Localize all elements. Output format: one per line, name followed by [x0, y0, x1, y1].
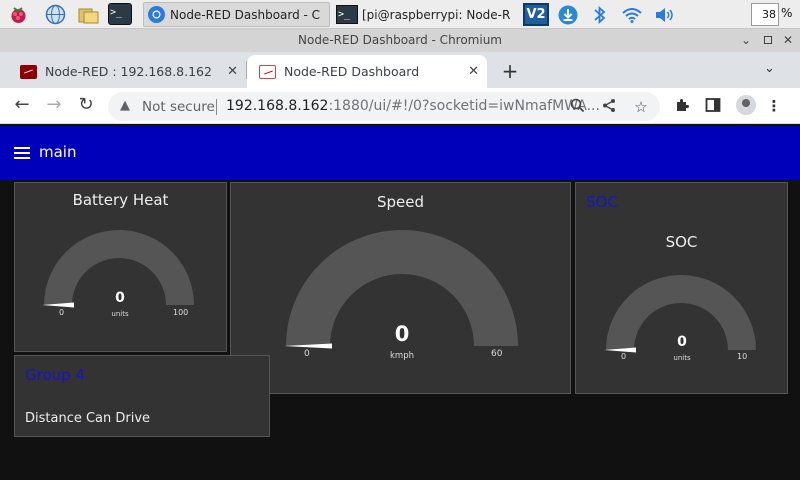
file-manager-icon[interactable]	[77, 3, 100, 26]
bluetooth-icon[interactable]	[590, 3, 610, 26]
cpu-usage-monitor[interactable]: 38	[751, 3, 779, 26]
security-status[interactable]: Not secure	[142, 99, 215, 115]
battery-heat-max: 100	[173, 308, 189, 317]
soc-min: 0	[621, 352, 627, 361]
bookmark-star-icon[interactable]: ☆	[632, 98, 650, 116]
task-chromium[interactable]: Node-RED Dashboard - C	[143, 2, 330, 27]
speed-gauge	[284, 230, 518, 349]
browser-toolbar: ← → ↻ ▲ Not secure 192.168.8.162:1880/ui…	[0, 88, 800, 124]
back-arrow-icon[interactable]: ←	[12, 96, 32, 114]
forward-arrow-icon[interactable]: →	[44, 96, 64, 114]
node-red-favicon-icon	[20, 64, 37, 79]
task-label: Node-RED Dashboard - C	[170, 7, 321, 22]
battery-heat-card: Battery Heat 0 units 0 100	[14, 182, 227, 352]
soc-unit: units	[673, 354, 691, 362]
menu-kebab-icon[interactable]: ⋮	[765, 97, 783, 115]
battery-heat-unit: units	[111, 310, 129, 318]
wifi-icon[interactable]	[620, 3, 644, 26]
distance-can-drive-text: Distance Can Drive	[25, 411, 151, 426]
tab-node-red-dashboard[interactable]: Node-RED Dashboard ✕	[247, 55, 487, 88]
web-browser-icon[interactable]	[44, 3, 67, 26]
cpu-usage-value: 38	[762, 8, 776, 21]
speed-unit: kmph	[390, 351, 414, 361]
url-host: 192.168.8.162	[226, 98, 329, 114]
speed-max: 60	[491, 349, 503, 359]
window-title: Node-RED Dashboard - Chromium	[298, 33, 502, 47]
omnibox-divider	[216, 99, 217, 115]
raspberry-menu-icon[interactable]	[7, 3, 30, 26]
tab-node-red-editor[interactable]: Node-RED : 192.168.8.162 ✕	[8, 55, 246, 88]
new-tab-icon[interactable]: +	[500, 59, 520, 83]
speed-card: Speed 0 kmph 0 60	[230, 182, 571, 394]
tab-strip: Node-RED : 192.168.8.162 ✕ Node-RED Dash…	[0, 52, 800, 88]
zoom-search-icon[interactable]	[568, 98, 586, 117]
node-red-favicon-icon	[259, 64, 276, 79]
hamburger-menu-icon[interactable]	[14, 147, 30, 159]
speed-value: 0	[394, 322, 410, 346]
extensions-icon[interactable]	[673, 97, 691, 117]
battery-heat-min: 0	[59, 308, 65, 317]
close-tab-icon[interactable]: ✕	[468, 64, 479, 79]
cpu-usage-unit: %	[781, 6, 793, 20]
tab-search-chevron-icon[interactable]: ⌄	[764, 61, 775, 76]
url-text[interactable]: 192.168.8.162:1880/ui/#!/0?socketid=iwNm…	[226, 98, 600, 114]
maximize-icon[interactable]	[761, 33, 775, 47]
terminal-launcher-icon[interactable]: >_	[108, 3, 132, 25]
os-taskbar: >_ Node-RED Dashboard - C >_ [pi@raspber…	[0, 0, 800, 29]
terminal-icon: >_	[336, 5, 358, 24]
volume-icon[interactable]	[652, 3, 676, 26]
vnc-icon[interactable]: V2	[523, 3, 549, 26]
window-titlebar[interactable]: Node-RED Dashboard - Chromium ⌄ ✕	[0, 29, 800, 52]
task-label: [pi@raspberrypi: Node-R	[362, 7, 511, 22]
warning-triangle-icon[interactable]: ▲	[120, 98, 130, 113]
group-4-label: Group 4	[25, 366, 85, 384]
task-terminal[interactable]: >_ [pi@raspberrypi: Node-R	[333, 2, 521, 27]
battery-heat-value: 0	[115, 290, 125, 306]
tab-label: Node-RED : 192.168.8.162	[45, 64, 212, 79]
group-4-card: Group 4 Distance Can Drive	[14, 355, 270, 437]
dashboard-title: main	[39, 143, 77, 161]
battery-heat-gauge	[42, 230, 194, 308]
close-window-icon[interactable]: ✕	[781, 33, 795, 47]
tab-label: Node-RED Dashboard	[284, 64, 420, 79]
side-panel-icon[interactable]	[704, 97, 722, 117]
dashboard-header: main	[0, 126, 800, 180]
profile-avatar-icon[interactable]	[736, 95, 756, 115]
address-bar[interactable]: ▲ Not secure 192.168.8.162:1880/ui/#!/0?…	[108, 92, 660, 121]
close-tab-icon[interactable]: ✕	[227, 64, 238, 79]
reload-icon[interactable]: ↻	[76, 96, 96, 114]
url-path: :1880/ui/#!/0?socketid=iwNmafMWA...	[328, 98, 600, 114]
soc-value: 0	[677, 334, 687, 350]
share-icon[interactable]	[600, 98, 618, 117]
speed-min: 0	[304, 349, 310, 359]
tab-separator	[246, 61, 247, 79]
soc-gauge	[604, 275, 756, 353]
updates-icon[interactable]	[556, 3, 579, 26]
soc-max: 10	[737, 352, 748, 361]
chromium-icon	[148, 6, 165, 23]
minimize-icon[interactable]: ⌄	[739, 33, 753, 47]
soc-card: SOC SOC 0 units 0 10	[575, 182, 788, 394]
